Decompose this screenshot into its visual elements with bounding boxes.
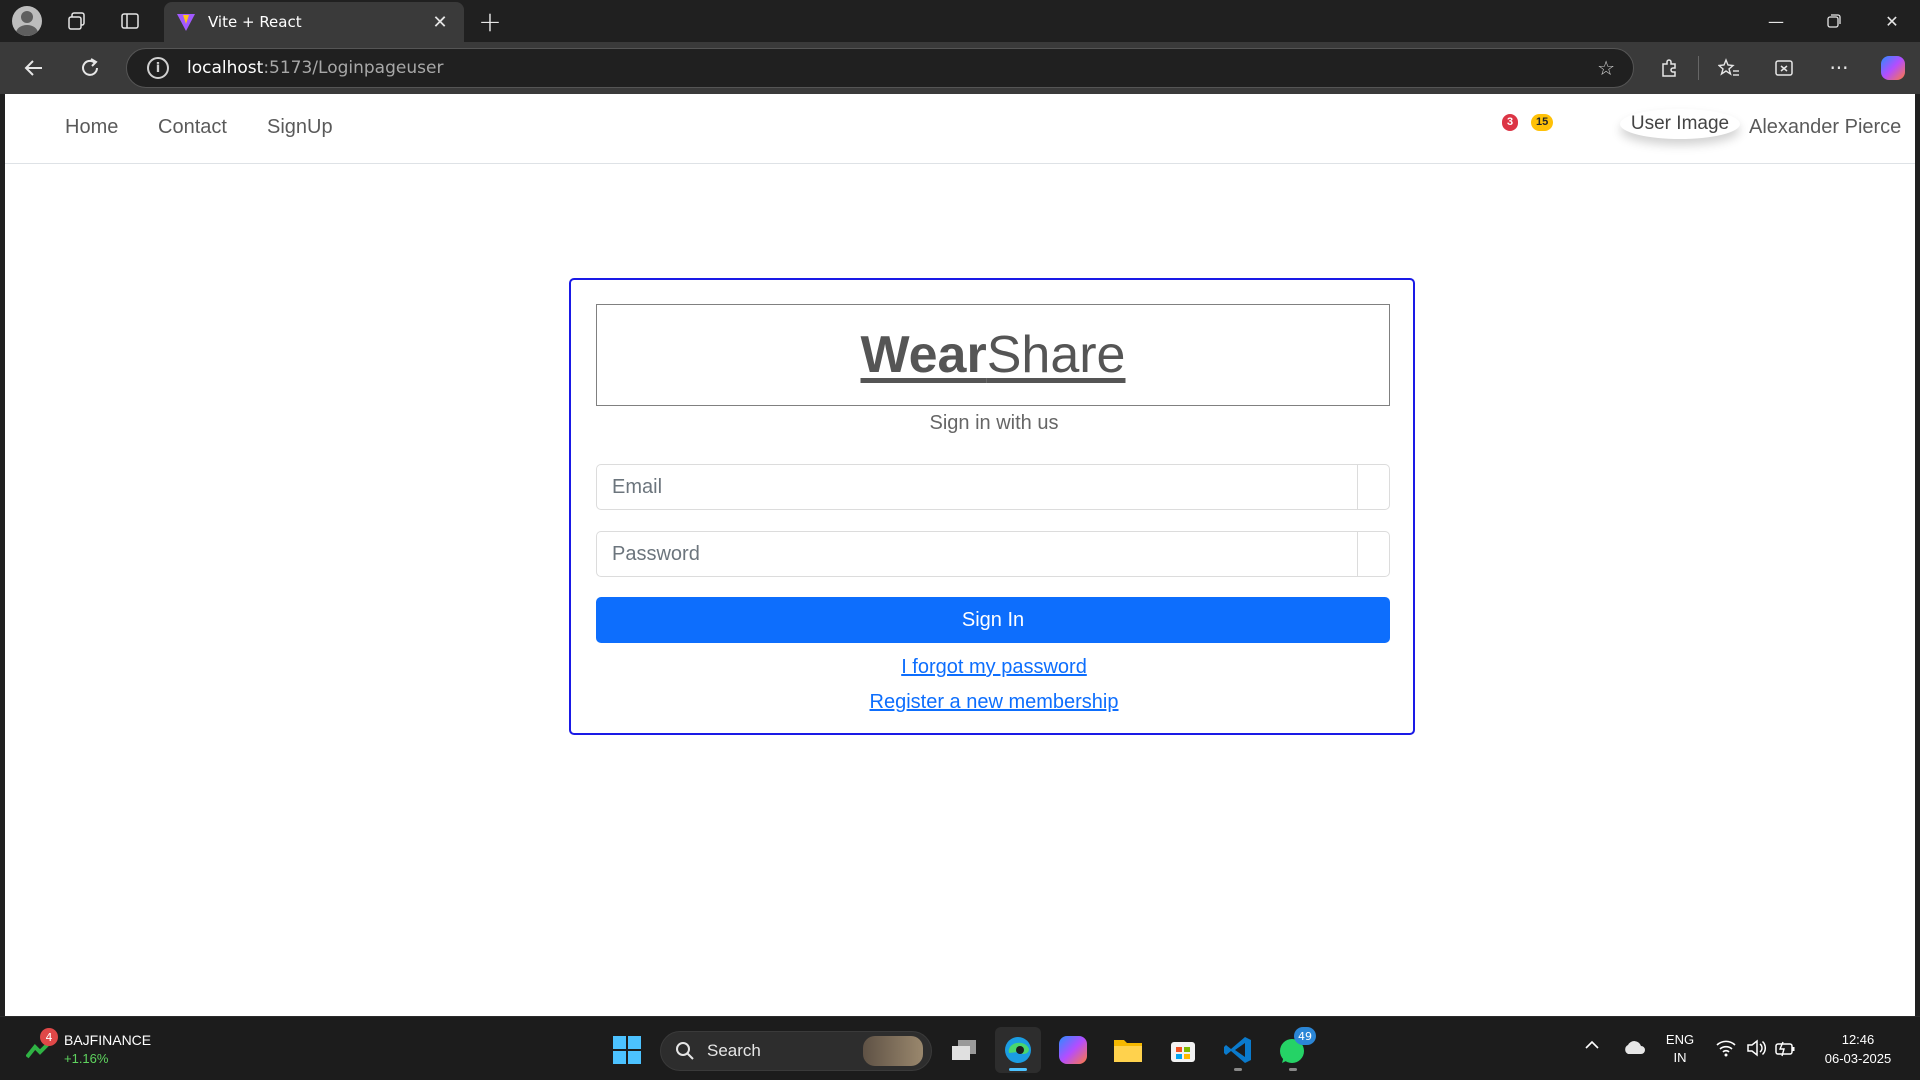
register-link[interactable]: Register a new membership [870,691,1119,713]
main-navbar: Home Contact SignUp 3 15 User Image Alex… [5,94,1915,164]
screenshot-icon[interactable] [1767,51,1801,85]
sign-in-button[interactable]: Sign In [596,597,1390,643]
taskbar: 4 BAJFINANCE +1.16% Search 49 ENG IN 12:… [0,1016,1920,1080]
stock-badge: 4 [40,1028,58,1046]
copilot-app[interactable] [1050,1027,1096,1073]
copilot-icon [1881,56,1905,80]
whatsapp-badge: 49 [1294,1027,1316,1045]
stock-name: BAJFINANCE [64,1032,152,1048]
stock-change: +1.16% [64,1051,109,1066]
folder-icon [1114,1040,1142,1062]
wifi-icon[interactable] [1716,1039,1736,1062]
profile-button[interactable] [9,4,45,38]
refresh-icon [82,58,98,76]
edge-app[interactable] [995,1027,1041,1073]
brand-bold: Wear [860,326,987,384]
search-icon [676,1042,694,1060]
language-line-2: IN [1673,1050,1687,1065]
user-avatar[interactable]: User Image [1620,109,1740,139]
refresh-button[interactable] [72,50,108,86]
clock-time: 12:46 [1841,1032,1875,1047]
onedrive-cloud-icon[interactable] [1622,1039,1646,1060]
email-input[interactable] [597,465,1357,509]
site-info-icon[interactable]: i [147,57,169,79]
tab-actions-icon [121,13,139,29]
new-tab-button[interactable]: + [472,4,508,38]
store-icon [1171,1042,1195,1062]
tab-close-icon[interactable]: ✕ [428,12,452,33]
file-explorer-app[interactable] [1105,1027,1151,1073]
copilot-button[interactable] [1876,51,1910,85]
workspaces-icon [68,12,85,30]
more-options-icon[interactable]: ··· [1822,51,1856,85]
language-indicator[interactable]: ENG IN [1660,1031,1700,1067]
whatsapp-running-indicator [1289,1068,1297,1071]
tab-title: Vite + React [208,13,302,31]
taskbar-search[interactable]: Search [660,1031,932,1071]
vscode-app[interactable] [1215,1027,1261,1073]
address-bar[interactable]: i localhost:5173/Loginpageuser ☆ [126,48,1634,88]
browser-tab-active[interactable]: Vite + React ✕ [164,2,464,42]
clock[interactable]: 12:46 06-03-2025 [1808,1030,1908,1068]
language-line-1: ENG [1665,1032,1695,1047]
store-app[interactable] [1160,1027,1206,1073]
nav-link-contact[interactable]: Contact [158,116,227,139]
stock-widget[interactable]: 4 BAJFINANCE +1.16% [24,1027,174,1071]
forgot-password-link[interactable]: I forgot my password [901,656,1087,678]
nav-link-home[interactable]: Home [65,116,118,139]
user-image-alt-text: User Image [1630,113,1730,134]
search-label: Search [707,1041,761,1060]
nav-link-signup[interactable]: SignUp [267,116,333,139]
email-input-group [596,464,1390,510]
volume-icon[interactable] [1746,1039,1767,1062]
windows-logo-icon [613,1036,641,1064]
password-input[interactable] [597,532,1357,576]
register-row: Register a new membership [571,691,1417,714]
user-name[interactable]: Alexander Pierce [1749,116,1901,139]
brand-logo-link[interactable]: WearShare [861,325,1126,385]
toolbar-divider [1698,56,1699,80]
edge-icon [1005,1037,1031,1063]
battery-icon[interactable] [1774,1039,1796,1062]
brand-box: WearShare [596,304,1390,406]
login-subtitle: Sign in with us [929,412,1059,434]
back-button[interactable] [16,50,52,86]
profile-avatar-icon [12,6,42,36]
url-path: :5173/Loginpageuser [263,58,444,78]
email-input-append [1357,465,1389,509]
task-view-icon [952,1040,976,1060]
login-card: WearShare Sign in with us Sign In I forg… [569,278,1415,735]
whatsapp-app[interactable]: 49 [1270,1027,1316,1073]
favorite-star-icon[interactable]: ☆ [1597,56,1615,80]
copilot-app-icon [1059,1036,1087,1064]
restore-button[interactable] [1806,0,1862,42]
password-input-group [596,531,1390,577]
clock-date: 06-03-2025 [1824,1051,1892,1066]
close-window-button[interactable]: ✕ [1864,0,1920,42]
show-hidden-icons-chevron-icon[interactable] [1584,1037,1600,1058]
favorites-icon[interactable] [1712,51,1746,85]
arrow-left-icon [24,60,42,76]
workspaces-button[interactable] [59,4,95,38]
search-highlight-image [863,1036,923,1066]
vite-favicon-icon [177,14,195,31]
vscode-icon [1224,1037,1251,1063]
browser-titlebar: Vite + React ✕ + — ✕ [0,0,1920,42]
restore-icon [1827,14,1841,28]
browser-toolbar: i localhost:5173/Loginpageuser ☆ ··· [0,42,1920,94]
password-input-append [1357,532,1389,576]
vscode-running-indicator [1234,1068,1242,1071]
task-view-button[interactable] [941,1027,987,1073]
start-button[interactable] [604,1027,650,1073]
extensions-icon[interactable] [1652,51,1686,85]
notifications-badge[interactable]: 15 [1531,114,1554,131]
messages-badge[interactable]: 3 [1502,114,1519,131]
edge-active-indicator [1009,1068,1027,1071]
vertical-tabs-button[interactable] [112,4,148,38]
brand-light: Share [986,326,1126,384]
forgot-password-row: I forgot my password [571,656,1417,679]
page-viewport: Home Contact SignUp 3 15 User Image Alex… [5,94,1915,1016]
url-host: localhost [187,58,264,78]
minimize-button[interactable]: — [1748,0,1804,42]
